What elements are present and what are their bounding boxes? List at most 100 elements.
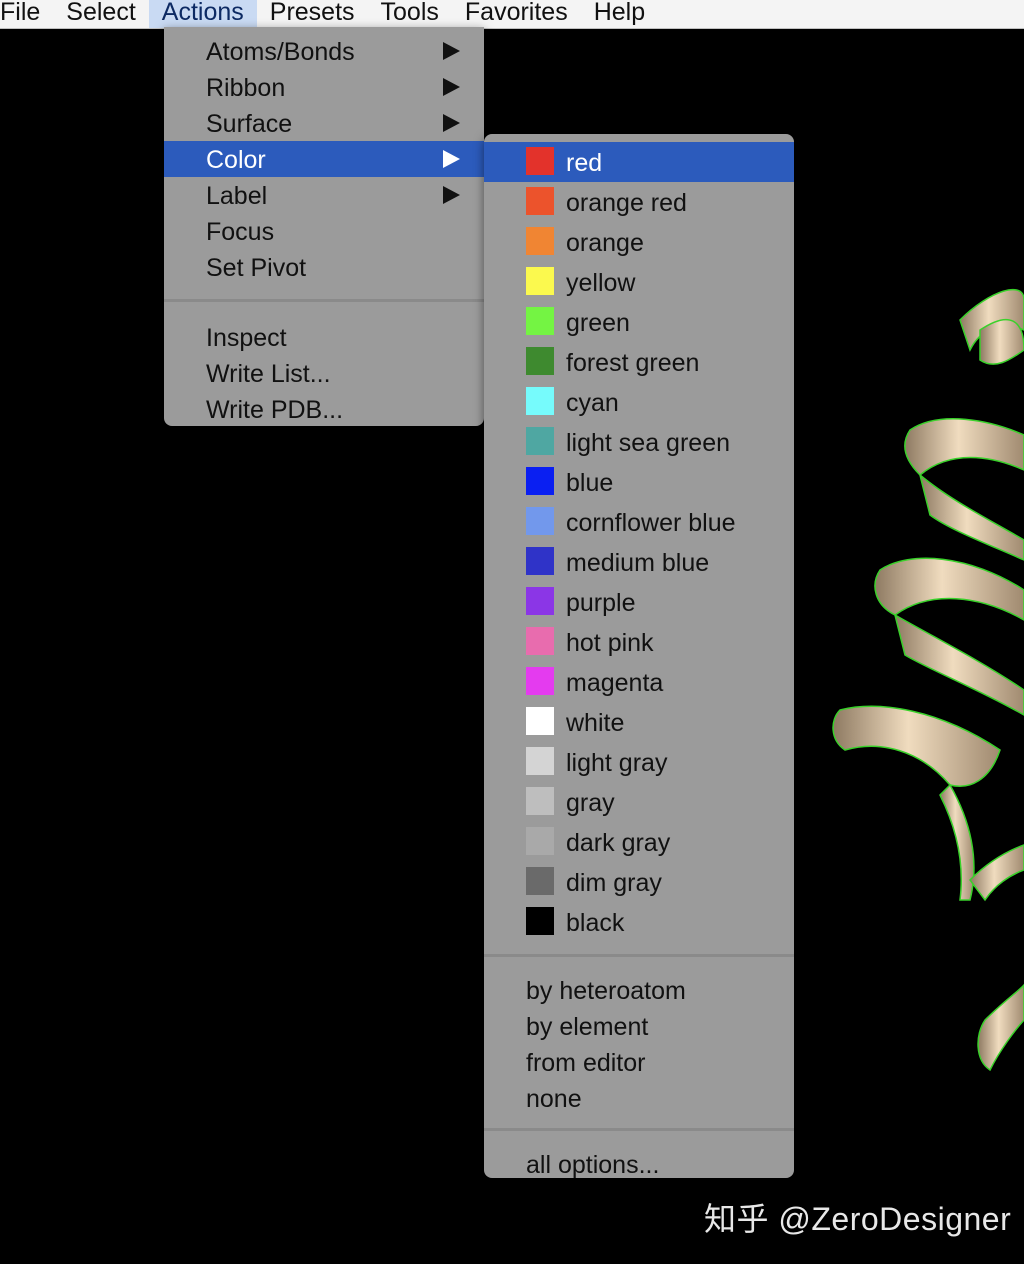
color-swatch-icon (526, 747, 554, 775)
color-item-cyan[interactable]: cyan (484, 382, 794, 422)
all-options-item[interactable]: all options... (484, 1146, 794, 1182)
menu-item-surface[interactable]: Surface (164, 105, 484, 141)
submenu-arrow-icon (443, 114, 460, 132)
color-item-label: yellow (566, 269, 636, 297)
color-item-label: gray (566, 789, 615, 817)
color-item-label: orange red (566, 189, 687, 217)
color-item-label: red (566, 149, 603, 177)
menu-item-atoms-bonds[interactable]: Atoms/Bonds (164, 33, 484, 69)
color-swatch-icon (526, 667, 554, 695)
menu-item-set-pivot[interactable]: Set Pivot (164, 249, 484, 285)
color-item-label: green (566, 309, 630, 337)
submenu-arrow-icon (443, 150, 460, 168)
color-item-forest-green[interactable]: forest green (484, 342, 794, 382)
menubar: File Select Actions Presets Tools Favorites He… (0, 0, 1024, 29)
color-item-blue[interactable]: blue (484, 462, 794, 502)
color-swatch-icon (526, 907, 554, 935)
color-item-light-gray[interactable]: light gray (484, 742, 794, 782)
color-item-label: cyan (566, 389, 619, 417)
color-item-label: forest green (566, 349, 700, 377)
color-swatch-icon (526, 227, 554, 255)
color-item-label: blue (566, 469, 614, 497)
menu-item-inspect[interactable]: Inspect (164, 319, 484, 355)
menu-item-label: Write List... (206, 360, 331, 388)
menubar-item-favorites[interactable]: Favorites (452, 0, 581, 28)
menu-item-label: Set Pivot (206, 254, 307, 282)
color-item-dim-gray[interactable]: dim gray (484, 862, 794, 902)
menu-item-label: Inspect (206, 324, 287, 352)
menu-item-focus[interactable]: Focus (164, 213, 484, 249)
menu-item-label: Atoms/Bonds (206, 38, 355, 66)
menubar-item-presets[interactable]: Presets (257, 0, 368, 28)
menu-item-write-pdb[interactable]: Write PDB... (164, 391, 484, 427)
color-option-label: from editor (526, 1049, 646, 1077)
color-option-label: by element (526, 1013, 649, 1041)
color-option-none[interactable]: none (484, 1080, 794, 1116)
color-swatch-icon (526, 507, 554, 535)
color-item-hot-pink[interactable]: hot pink (484, 622, 794, 662)
menubar-item-help[interactable]: Help (581, 0, 658, 28)
color-item-label: light sea green (566, 429, 731, 457)
color-item-label: magenta (566, 669, 664, 697)
menu-item-label: Color (206, 146, 266, 174)
color-swatch-icon (526, 187, 554, 215)
color-option-by-heteroatom[interactable]: by heteroatom (484, 972, 794, 1008)
color-swatch-icon (526, 707, 554, 735)
color-submenu: red orange red orange yellow green forest gre… (484, 134, 794, 1179)
menu-item-color[interactable]: Color (164, 141, 484, 177)
menu-item-write-list[interactable]: Write List... (164, 355, 484, 391)
color-swatch-icon (526, 867, 554, 895)
menu-item-label: Ribbon (206, 74, 286, 102)
menubar-item-select[interactable]: Select (53, 0, 148, 28)
color-option-by-element[interactable]: by element (484, 1008, 794, 1044)
submenu-arrow-icon (443, 42, 460, 60)
color-item-label: dim gray (566, 869, 662, 897)
menu-item-label[interactable]: Label (164, 177, 484, 213)
protein-ribbon-render (832, 289, 1024, 1072)
color-swatch-icon (526, 587, 554, 615)
color-item-label: medium blue (566, 549, 710, 577)
color-item-label: black (566, 909, 625, 937)
color-item-magenta[interactable]: magenta (484, 662, 794, 702)
all-options-label: all options... (526, 1151, 660, 1179)
color-item-yellow[interactable]: yellow (484, 262, 794, 302)
menu-item-label: Surface (206, 110, 293, 138)
menubar-item-tools[interactable]: Tools (368, 0, 452, 28)
menu-item-ribbon[interactable]: Ribbon (164, 69, 484, 105)
menu-separator (164, 299, 484, 302)
color-item-orange-red[interactable]: orange red (484, 182, 794, 222)
color-item-green[interactable]: green (484, 302, 794, 342)
color-item-dark-gray[interactable]: dark gray (484, 822, 794, 862)
color-option-label: by heteroatom (526, 977, 686, 1005)
color-item-label: orange (566, 229, 644, 257)
menu-separator (484, 954, 794, 957)
color-item-black[interactable]: black (484, 902, 794, 942)
color-swatch-icon (526, 827, 554, 855)
color-item-red[interactable]: red (484, 142, 794, 182)
submenu-arrow-icon (443, 186, 460, 204)
menu-separator (484, 1128, 794, 1131)
color-item-light-sea-green[interactable]: light sea green (484, 422, 794, 462)
color-item-medium-blue[interactable]: medium blue (484, 542, 794, 582)
color-swatch-icon (526, 267, 554, 295)
color-item-cornflower-blue[interactable]: cornflower blue (484, 502, 794, 542)
menu-item-label: Label (206, 182, 268, 210)
color-item-label: cornflower blue (566, 509, 736, 537)
color-item-label: purple (566, 589, 636, 617)
color-swatch-icon (526, 467, 554, 495)
color-swatch-icon (526, 387, 554, 415)
actions-menu: Atoms/Bonds Ribbon Surface Color Label Focus S… (164, 27, 484, 426)
menubar-item-actions[interactable]: Actions (148, 0, 257, 28)
color-item-white[interactable]: white (484, 702, 794, 742)
color-item-purple[interactable]: purple (484, 582, 794, 622)
color-item-label: light gray (566, 749, 668, 777)
color-option-from-editor[interactable]: from editor (484, 1044, 794, 1080)
color-item-label: dark gray (566, 829, 671, 857)
color-item-gray[interactable]: gray (484, 782, 794, 822)
color-item-orange[interactable]: orange (484, 222, 794, 262)
color-item-label: hot pink (566, 629, 654, 657)
menubar-item-file[interactable]: File (0, 0, 53, 28)
color-swatch-icon (526, 347, 554, 375)
submenu-arrow-icon (443, 78, 460, 96)
menu-item-label: Focus (206, 218, 275, 246)
